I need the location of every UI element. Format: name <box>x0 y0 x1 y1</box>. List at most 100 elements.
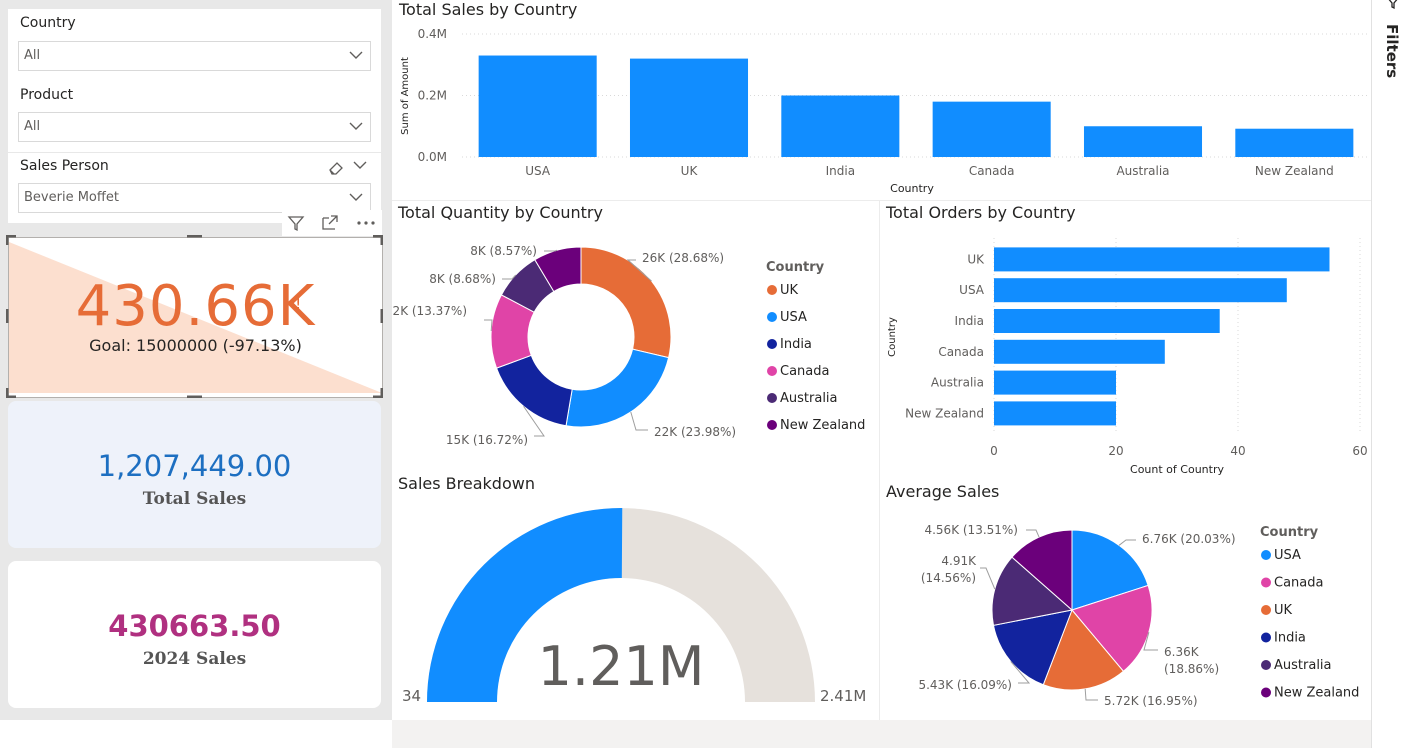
salesperson-slicer-title: Sales Person <box>20 158 109 174</box>
chevron-down-icon[interactable] <box>352 158 368 172</box>
sales-breakdown-gauge[interactable]: Sales Breakdown 1.21M 34 2.41M <box>392 470 880 720</box>
legend-item: USA <box>1274 548 1301 563</box>
kpi-goal: Goal: 15000000 (-97.13%) <box>89 336 302 355</box>
data-label: 15K (16.72%) <box>446 433 528 447</box>
total-sales-card[interactable]: 1,207,449.00 Total Sales <box>8 401 381 548</box>
y-tick-label: 0.0M <box>418 150 447 164</box>
pie-slice <box>495 354 573 427</box>
focus-mode-icon[interactable] <box>320 213 340 233</box>
bar <box>1235 128 1354 157</box>
legend-marker <box>1261 550 1271 560</box>
data-label: 5.43K (16.09%) <box>918 678 1012 692</box>
gauge-value: 1.21M <box>538 635 705 698</box>
legend-item: India <box>780 337 812 352</box>
bar <box>994 339 1165 364</box>
legend-marker <box>1261 660 1271 670</box>
chevron-down-icon <box>349 51 363 59</box>
x-tick-label: 20 <box>1108 444 1123 458</box>
sales-2024-card[interactable]: 430663.50 2024 Sales <box>8 561 381 708</box>
legend-marker <box>767 339 777 349</box>
x-tick-label: New Zealand <box>1255 164 1334 178</box>
x-axis-label: Count of Country <box>1130 463 1224 476</box>
legend-item: UK <box>780 283 799 298</box>
legend-marker <box>767 285 777 295</box>
average-sales-pie-chart[interactable]: Average Sales 6.76K (20.03%) 6.36K (18.86%… <box>880 478 1372 720</box>
filter-icon <box>1388 0 1398 10</box>
product-slicer-title: Product <box>20 87 74 103</box>
leader-line <box>484 319 493 332</box>
kpi-alert-icon: ! <box>295 294 302 313</box>
y-tick-label: India <box>955 314 984 328</box>
x-tick-label: Canada <box>969 164 1015 178</box>
filters-pane-label: Filters <box>1383 24 1401 79</box>
y-tick-label: 0.2M <box>418 89 447 103</box>
bar <box>478 55 597 157</box>
legend-item: New Zealand <box>780 418 865 433</box>
chevron-down-icon <box>349 193 363 201</box>
sales-2024-label: 2024 Sales <box>142 649 247 669</box>
x-tick-label: USA <box>525 164 551 178</box>
bar <box>1083 126 1203 157</box>
leader-line <box>980 567 996 590</box>
kpi-value: 430.66K <box>75 274 316 339</box>
data-label: 26K (28.68%) <box>642 251 724 265</box>
y-tick-label: USA <box>959 283 985 297</box>
product-slicer: Product All <box>8 81 381 152</box>
divider <box>392 200 1372 201</box>
data-label: 6.36K (18.86%) <box>1164 645 1219 676</box>
gauge-min: 34 <box>402 687 421 705</box>
total-orders-by-country-chart[interactable]: Total Orders by Country 0 20 40 60 UK USA Indi… <box>880 200 1372 478</box>
data-label: 22K (23.98%) <box>654 425 736 439</box>
eraser-icon[interactable] <box>326 157 346 177</box>
legend-item: UK <box>1274 603 1293 618</box>
canvas-bottom-strip <box>392 720 1372 748</box>
filters-pane-collapsed[interactable]: Filters <box>1371 0 1412 748</box>
product-dropdown[interactable]: All <box>18 112 371 142</box>
x-tick-label: 40 <box>1230 444 1245 458</box>
more-options-icon[interactable] <box>354 213 378 233</box>
legend-marker <box>1261 605 1271 615</box>
bar <box>994 309 1220 333</box>
salesperson-dropdown-value: Beverie Moffet <box>24 190 119 205</box>
y-tick-label: UK <box>967 252 985 266</box>
x-axis-label: Country <box>890 182 934 195</box>
bar <box>994 247 1330 272</box>
data-label: 12K (13.37%) <box>392 304 467 318</box>
salesperson-dropdown[interactable]: Beverie Moffet <box>18 183 371 213</box>
bar <box>994 278 1287 303</box>
country-slicer-title: Country <box>20 15 76 31</box>
legend-marker <box>767 312 777 322</box>
x-tick-label: 0 <box>990 444 998 458</box>
bar <box>994 401 1116 426</box>
kpi-card[interactable]: 430.66K ! Goal: 15000000 (-97.13%) <box>8 237 383 398</box>
bar <box>781 95 900 157</box>
y-tick-label: 0.4M <box>418 27 447 41</box>
data-label: 4.91K (14.56%) <box>921 554 977 585</box>
leader-line <box>1084 688 1098 701</box>
legend-item: Canada <box>1274 576 1323 591</box>
legend-item: Australia <box>1274 658 1332 673</box>
total-sales-by-country-chart[interactable]: Total Sales by Country 0.0M 0.2M 0.4M USA UK… <box>392 0 1372 200</box>
y-axis-label: Sum of Amount <box>400 57 411 135</box>
country-slicer: Country All <box>8 9 381 81</box>
legend-marker <box>1261 687 1271 698</box>
legend-item: New Zealand <box>1274 686 1359 701</box>
bar <box>932 101 1051 157</box>
total-sales-label: Total Sales <box>142 489 247 509</box>
y-tick-label: Australia <box>931 376 984 390</box>
leader-line <box>630 411 648 431</box>
bar <box>994 370 1116 395</box>
chevron-down-icon <box>349 122 363 130</box>
product-dropdown-value: All <box>24 119 41 134</box>
x-tick-label: India <box>826 164 855 178</box>
x-tick-label: Australia <box>1116 164 1169 178</box>
filter-icon[interactable] <box>286 213 306 233</box>
visual-header <box>282 210 382 236</box>
y-tick-label: Canada <box>938 345 984 359</box>
total-quantity-by-country-chart[interactable]: Total Quantity by Country 26K (28.68%) 22… <box>392 200 880 470</box>
y-tick-label: New Zealand <box>905 406 984 420</box>
y-axis-label: Country <box>887 317 898 357</box>
data-label: 5.72K (16.95%) <box>1104 694 1198 708</box>
data-label: 8K (8.57%) <box>470 244 537 258</box>
country-dropdown[interactable]: All <box>18 41 371 71</box>
